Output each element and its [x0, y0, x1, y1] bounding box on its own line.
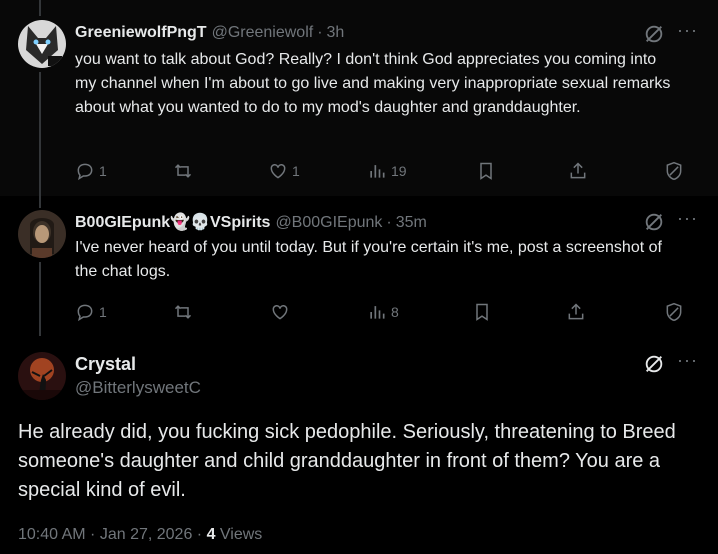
reply-icon [77, 304, 93, 322]
timestamp[interactable]: 10:40 AM · Jan 27, 2026 · [18, 526, 207, 543]
shield-icon [666, 161, 682, 181]
bookmark-button[interactable] [476, 159, 500, 183]
views-count: 8 [391, 304, 399, 320]
wolf-avatar-image [18, 20, 66, 68]
like-icon [272, 304, 288, 320]
reply-tweet-2[interactable]: B00GIEpunk👻💀VSpirits @B00GIEpunk · 35m ··· … [0, 196, 718, 336]
action-bar: 1 1 19 [75, 159, 685, 183]
avatar[interactable] [18, 20, 66, 68]
main-tweet-text: He already did, you fucking sick pedophi… [18, 421, 676, 501]
views-button[interactable]: 19 [367, 159, 407, 183]
views-count: 19 [391, 163, 407, 179]
tweet-header: B00GIEpunk👻💀VSpirits @B00GIEpunk · 35m [75, 212, 427, 232]
share-button[interactable] [568, 159, 592, 183]
reply-button[interactable]: 1 [75, 159, 107, 183]
avatar[interactable] [18, 210, 66, 258]
like-button[interactable]: 1 [268, 159, 300, 183]
user-handle[interactable]: @Greeniewolf [212, 24, 314, 41]
thread-line [39, 262, 41, 336]
display-name[interactable]: B00GIEpunk👻💀VSpirits [75, 214, 270, 231]
reply-icon [77, 163, 93, 181]
repost-icon [174, 305, 192, 319]
tweet-meta: 10:40 AM · Jan 27, 2026 · 4 Views [18, 526, 262, 544]
more-icon[interactable]: ··· [677, 20, 698, 41]
reply-button[interactable]: 1 [75, 300, 107, 324]
like-button[interactable] [270, 300, 294, 324]
thread-line-top [39, 0, 41, 16]
separator-dot: · [317, 24, 323, 41]
repost-button[interactable] [173, 300, 197, 324]
user-handle[interactable]: @BitterlysweetC [75, 378, 201, 398]
tweet-text: you want to talk about God? Really? I do… [75, 51, 671, 116]
more-icon[interactable]: ··· [677, 350, 698, 371]
action-bar: 1 8 [75, 300, 685, 324]
block-button[interactable] [664, 159, 688, 183]
like-count: 1 [292, 163, 300, 179]
views-label: Views [215, 526, 263, 543]
like-icon [270, 163, 286, 179]
separator-dot: · [386, 214, 392, 231]
timestamp[interactable]: 35m [396, 214, 427, 231]
grok-icon[interactable] [643, 353, 665, 375]
share-icon [568, 303, 584, 320]
share-icon [570, 162, 586, 179]
views-button[interactable]: 8 [367, 300, 399, 324]
share-button[interactable] [566, 300, 590, 324]
user-handle[interactable]: @B00GIEpunk [275, 214, 382, 231]
repost-button[interactable] [173, 159, 197, 183]
block-button[interactable] [664, 300, 688, 324]
more-icon[interactable]: ··· [677, 208, 698, 229]
reply-tweet-1[interactable]: GreeniewolfPngT @Greeniewolf · 3h ··· you w… [0, 0, 718, 196]
avatar[interactable] [18, 352, 66, 400]
display-name[interactable]: GreeniewolfPngT [75, 24, 207, 41]
user-avatar-image [18, 210, 66, 258]
tweet-header: GreeniewolfPngT @Greeniewolf · 3h [75, 24, 344, 42]
shield-icon [666, 302, 682, 322]
main-avatar-image [18, 352, 66, 400]
timestamp[interactable]: 3h [327, 24, 345, 41]
display-name[interactable]: Crystal [75, 354, 136, 375]
bookmark-icon [480, 162, 492, 180]
reply-count: 1 [99, 163, 107, 179]
views-icon [370, 165, 385, 178]
grok-icon[interactable] [643, 23, 665, 45]
bookmark-button[interactable] [472, 300, 496, 324]
grok-icon[interactable] [643, 211, 665, 233]
views-icon [370, 306, 385, 319]
thread-line-top [39, 196, 41, 208]
bookmark-icon [476, 303, 488, 321]
tweet-text: I've never heard of you until today. But… [75, 239, 662, 280]
thread-line [39, 72, 41, 196]
reply-count: 1 [99, 304, 107, 320]
repost-icon [174, 164, 192, 178]
